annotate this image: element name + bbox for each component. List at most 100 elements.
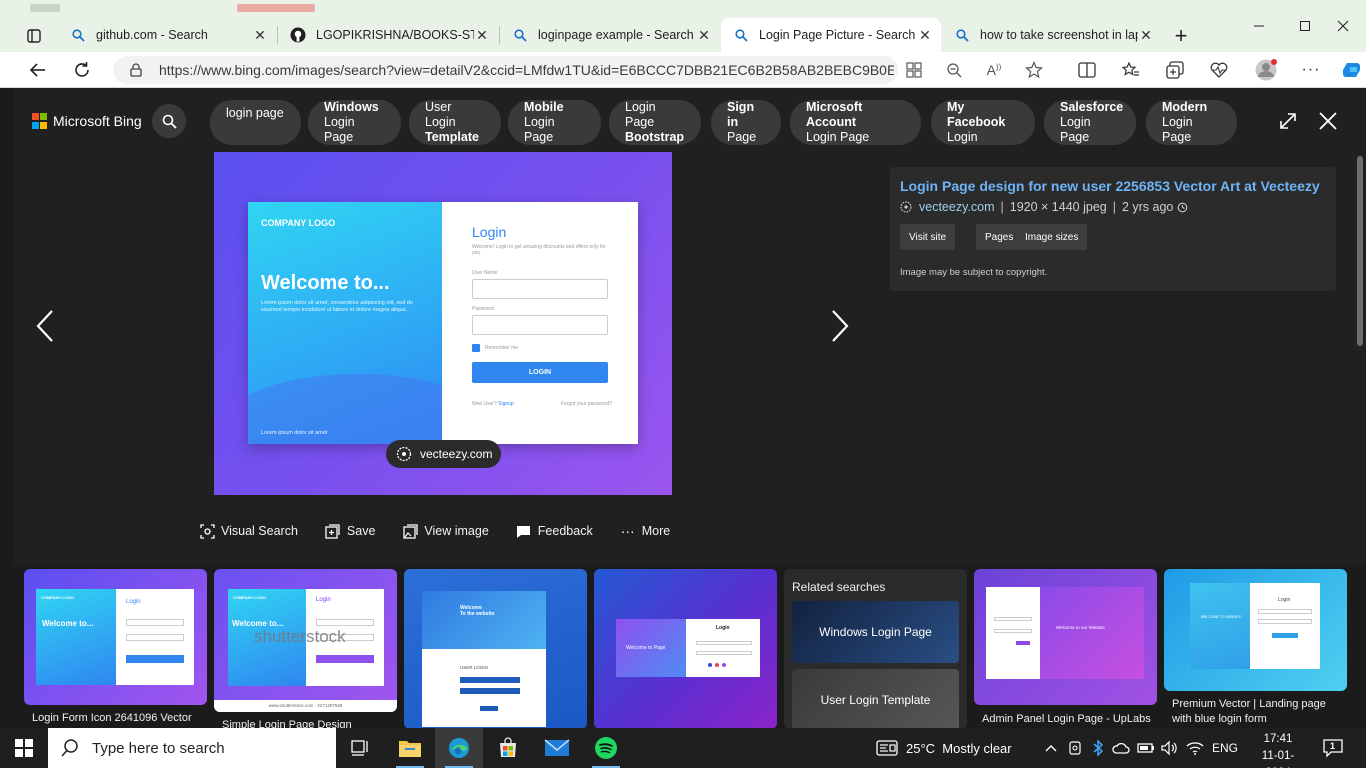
weather-widget[interactable]: 25°C Mostly clear <box>876 728 1012 768</box>
refresh-button[interactable] <box>69 57 95 83</box>
visual-search-button[interactable]: Visual Search <box>199 523 298 539</box>
close-icon[interactable]: ✕ <box>696 27 712 43</box>
network-button[interactable] <box>1186 739 1204 757</box>
address-bar[interactable]: https://www.bing.com/images/search?view=… <box>113 56 898 84</box>
thumb-logo-text: COMPANY LOGO <box>41 595 74 600</box>
search-button[interactable] <box>152 104 186 138</box>
show-hidden-icons-button[interactable] <box>1042 739 1060 757</box>
tab-github-search[interactable]: github.com - Search ✕ <box>58 18 276 52</box>
related-chip[interactable]: User Login Template <box>409 100 501 145</box>
related-image-thumb[interactable]: COMPANY LOGO Welcome to... Login shutter… <box>214 569 397 728</box>
edge-browser-button[interactable] <box>435 728 483 768</box>
battery-button[interactable] <box>1137 739 1155 757</box>
task-view-button[interactable] <box>336 728 384 768</box>
browser-essentials-button[interactable] <box>1209 60 1229 80</box>
related-chip[interactable]: login page <box>210 100 301 145</box>
mockup-footer-text: Lorem ipsum dolor sit amet <box>261 430 328 436</box>
related-image-thumb[interactable]: Welcome To the website USER LOGIN <box>404 569 587 728</box>
url-text[interactable]: https://www.bing.com/images/search?view=… <box>159 62 894 78</box>
image-title-link[interactable]: Login Page design for new user 2256853 V… <box>900 178 1320 194</box>
thumb-field <box>994 629 1032 633</box>
tab-login-page-picture[interactable]: Login Page Picture - Search In ✕ <box>721 18 941 52</box>
related-chip[interactable]: My Facebook Login <box>931 100 1035 145</box>
new-tab-button[interactable]: + <box>1169 23 1193 48</box>
mail-button[interactable] <box>533 728 581 768</box>
tab-loginpage-example[interactable]: loginpage example - Search ✕ <box>500 18 720 52</box>
feedback-button[interactable]: Feedback <box>516 523 593 539</box>
thumb-field <box>460 688 520 694</box>
apps-available-button[interactable] <box>904 60 924 80</box>
tab-strip-accent <box>30 4 60 12</box>
globe-icon <box>900 201 912 213</box>
related-image-thumb[interactable]: Welcome to Page Login <box>594 569 777 728</box>
image-dimensions: 1920 × 1440 jpeg <box>1009 200 1107 214</box>
expand-button[interactable] <box>1276 109 1300 133</box>
mockup-remember-label: Remember me <box>485 345 519 351</box>
spotify-button[interactable] <box>582 728 630 768</box>
related-chip[interactable]: Salesforce Login Page <box>1044 100 1136 145</box>
copilot-button[interactable] <box>1340 56 1366 84</box>
related-search-item[interactable]: User Login Template <box>792 669 959 728</box>
file-explorer-button[interactable] <box>386 728 434 768</box>
favorite-button[interactable] <box>1024 60 1044 80</box>
view-image-button[interactable]: View image <box>402 523 489 539</box>
close-icon[interactable]: ✕ <box>474 27 490 43</box>
thumb-field <box>126 634 184 641</box>
close-icon[interactable]: ✕ <box>1138 27 1154 43</box>
clock-button[interactable]: 17:41 11-01-2024 <box>1250 731 1306 768</box>
split-screen-button[interactable] <box>1077 60 1097 80</box>
related-image-thumb[interactable]: WELCOME TO WEBSITE Login Premium Vector … <box>1164 569 1347 728</box>
start-button[interactable] <box>0 728 48 768</box>
settings-more-button[interactable]: ··· <box>1301 60 1321 80</box>
close-icon[interactable]: ✕ <box>252 27 268 43</box>
tab-screenshot-search[interactable]: how to take screenshot in lap ✕ <box>942 18 1162 52</box>
next-image-button[interactable] <box>825 306 855 346</box>
favorites-button[interactable] <box>1121 60 1141 80</box>
device-tray-button[interactable] <box>1066 739 1084 757</box>
related-chip[interactable]: Sign in Page <box>711 100 781 145</box>
thumbnail-caption: Premium Vector | Landing page with blue … <box>1172 698 1326 725</box>
close-icon[interactable]: ✕ <box>917 27 933 43</box>
thumb-button <box>1272 633 1298 638</box>
zoom-button[interactable] <box>944 60 964 80</box>
more-button[interactable]: ··· More <box>620 523 670 539</box>
bing-logo[interactable]: Microsoft Bing <box>32 113 142 129</box>
related-image-thumb[interactable]: COMPANY LOGO Welcome to... Login Login F… <box>24 569 207 728</box>
tab-actions-button[interactable] <box>18 24 50 48</box>
back-button[interactable] <box>25 57 51 83</box>
related-image-thumb[interactable]: Welcome to our Website Admin Panel Login… <box>974 569 1157 728</box>
onedrive-button[interactable] <box>1112 739 1130 757</box>
source-badge[interactable]: vecteezy.com <box>386 440 501 468</box>
minimize-button[interactable] <box>1236 12 1282 40</box>
cloud-icon <box>1112 742 1130 754</box>
previous-image-button[interactable] <box>30 306 60 346</box>
scrollbar[interactable] <box>1357 156 1363 346</box>
related-chip[interactable]: Windows Login Page <box>308 100 401 145</box>
volume-button[interactable] <box>1160 739 1178 757</box>
lock-icon[interactable] <box>129 63 143 77</box>
chip-label: Sign in <box>727 100 755 129</box>
bluetooth-button[interactable] <box>1089 739 1107 757</box>
notifications-button[interactable]: 1 <box>1322 738 1344 758</box>
close-window-button[interactable] <box>1320 12 1366 40</box>
clock-date: 11-01-2024 <box>1261 750 1295 768</box>
chip-label: Bootstrap <box>625 130 685 144</box>
more-icon: ··· <box>1301 61 1321 78</box>
related-search-item[interactable]: Windows Login Page <box>792 601 959 663</box>
language-indicator[interactable]: ENG <box>1212 728 1238 768</box>
save-button[interactable]: Save <box>325 523 375 539</box>
visit-site-button[interactable]: Visit site <box>900 224 956 250</box>
tab-github-repo[interactable]: LGOPIKRISHNA/BOOKS-STOR ✕ <box>278 18 498 52</box>
image-sizes-button[interactable]: Image sizes <box>1016 224 1088 250</box>
close-viewer-button[interactable] <box>1316 109 1340 133</box>
collections-button[interactable] <box>1165 60 1185 80</box>
profile-button[interactable] <box>1254 58 1278 82</box>
read-aloud-button[interactable]: A)) <box>984 60 1004 80</box>
microsoft-store-button[interactable] <box>484 728 532 768</box>
related-chip[interactable]: Microsoft Account Login Page <box>790 100 921 145</box>
related-chip[interactable]: Modern Login Page <box>1146 100 1237 145</box>
related-chip[interactable]: Login Page Bootstrap <box>609 100 701 145</box>
taskbar-search-box[interactable]: Type here to search <box>48 728 336 768</box>
image-source-site[interactable]: vecteezy.com <box>919 200 995 214</box>
related-chip[interactable]: Mobile Login Page <box>508 100 601 145</box>
